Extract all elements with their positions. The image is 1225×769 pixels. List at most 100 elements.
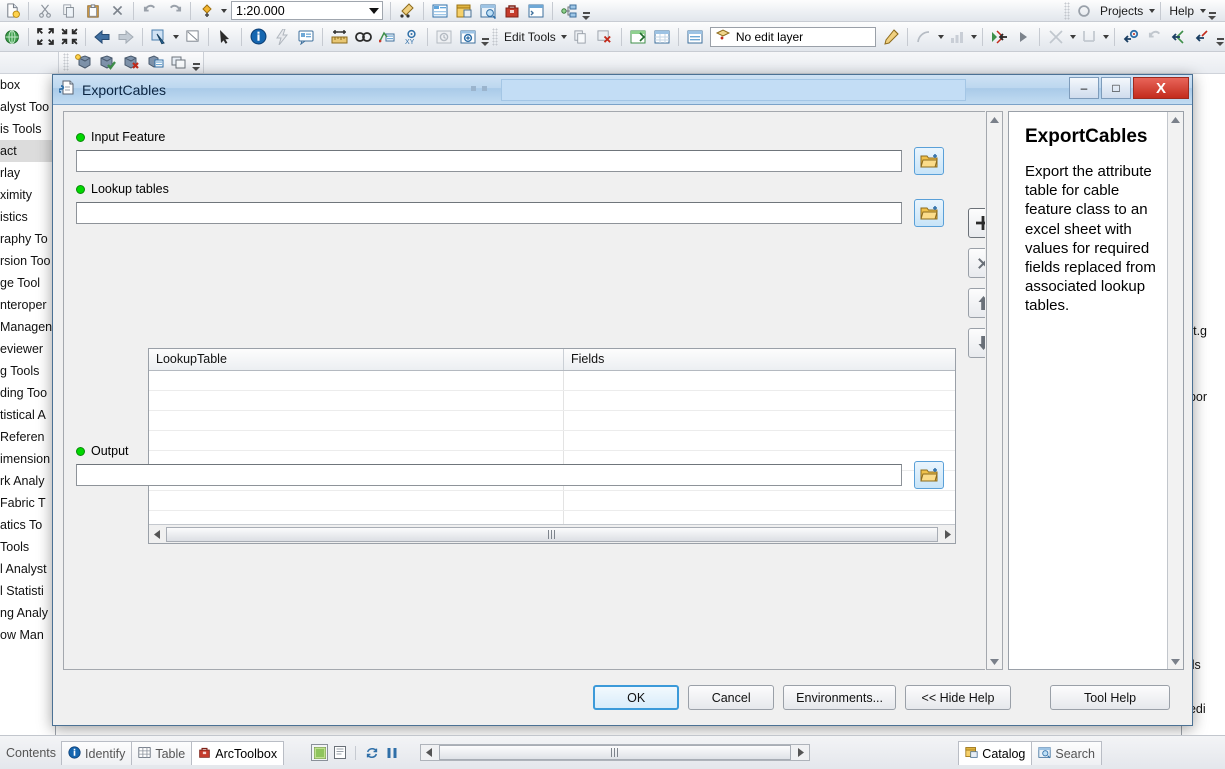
- toolbox-tree-item[interactable]: Managen: [0, 316, 55, 338]
- catalog-window-icon[interactable]: [453, 1, 475, 21]
- grid-scroll-thumb[interactable]: [166, 526, 938, 542]
- toolbox-tree-item[interactable]: is Tools: [0, 118, 55, 140]
- close-button[interactable]: X: [1133, 77, 1189, 99]
- toolbox-tree-item[interactable]: ng Analy: [0, 602, 55, 624]
- arctoolbox-window-icon[interactable]: [501, 1, 523, 21]
- toolbox-tree-item[interactable]: ow Man: [0, 624, 55, 646]
- scroll-down-icon[interactable]: [987, 654, 1002, 669]
- tab-identify[interactable]: Identify: [61, 741, 133, 765]
- add-data-dropdown-icon[interactable]: [219, 1, 228, 21]
- grid-cell-fields[interactable]: [564, 371, 955, 390]
- find-icon[interactable]: [352, 27, 374, 47]
- table-row[interactable]: [149, 491, 955, 511]
- help-menu-label[interactable]: Help: [1165, 4, 1198, 18]
- toolbox-tree-item[interactable]: eviewer: [0, 338, 55, 360]
- play-icon[interactable]: [1012, 27, 1034, 47]
- delete-version-icon[interactable]: [120, 52, 142, 72]
- grid-cell-fields[interactable]: [564, 391, 955, 410]
- forward-extent-icon[interactable]: [115, 27, 137, 47]
- toolbar-grip[interactable]: [63, 53, 69, 71]
- edit-tools-menu-label[interactable]: Edit Tools: [500, 30, 560, 44]
- toolbox-tree-item[interactable]: act: [0, 140, 55, 162]
- toolbox-tree-item[interactable]: Tools: [0, 536, 55, 558]
- toolbar-grip[interactable]: [1063, 1, 1070, 20]
- tab-table[interactable]: Table: [131, 741, 193, 765]
- scroll-up-icon[interactable]: [1168, 112, 1183, 127]
- toolbox-tree-item[interactable]: nteroper: [0, 294, 55, 316]
- find-route-icon[interactable]: [376, 27, 398, 47]
- toolbox-tree-item[interactable]: istics: [0, 206, 55, 228]
- html-popup-icon[interactable]: [295, 27, 317, 47]
- scroll-right-icon[interactable]: [792, 745, 809, 760]
- toolbox-tree-item[interactable]: rlay: [0, 162, 55, 184]
- edit-vertices-icon[interactable]: [946, 27, 968, 47]
- tab-arctoolbox[interactable]: ArcToolbox: [191, 741, 285, 765]
- scroll-right-icon[interactable]: [939, 526, 955, 543]
- grid-cell-lookuptable[interactable]: [149, 371, 564, 390]
- environments-button[interactable]: Environments...: [783, 685, 896, 710]
- snapping-dropdown-icon[interactable]: [1068, 27, 1077, 47]
- pause-drawing-button[interactable]: [383, 744, 400, 761]
- toolbar-overflow-icon[interactable]: [480, 26, 490, 48]
- cut-icon[interactable]: [34, 1, 56, 21]
- map-scale-combo[interactable]: 1:20.000: [231, 1, 383, 20]
- arctoolbox-tree[interactable]: box alyst Too is Tools act rlay ximity istics r…: [0, 74, 55, 646]
- input-feature-input[interactable]: [76, 150, 902, 172]
- toolbox-tree-item[interactable]: l Analyst: [0, 558, 55, 580]
- move-row-up-button[interactable]: [968, 288, 985, 318]
- trace-dropdown-icon[interactable]: [1101, 27, 1110, 47]
- paste-icon[interactable]: [82, 1, 104, 21]
- topology-undo-icon[interactable]: [1144, 27, 1166, 47]
- zoom-out-icon[interactable]: [58, 27, 80, 47]
- table-of-contents-icon[interactable]: [429, 1, 451, 21]
- trace-icon[interactable]: [1078, 27, 1100, 47]
- table-row[interactable]: [149, 391, 955, 411]
- parameters-vertical-scrollbar[interactable]: [986, 111, 1003, 670]
- maximize-button[interactable]: □: [1101, 77, 1131, 99]
- toolbar-overflow-icon[interactable]: [191, 51, 201, 73]
- data-view-button[interactable]: [311, 744, 329, 761]
- create-version-icon[interactable]: [72, 52, 94, 72]
- toolbox-tree-item[interactable]: ximity: [0, 184, 55, 206]
- toolbox-tree-item[interactable]: raphy To: [0, 228, 55, 250]
- snapping-icon[interactable]: [1045, 27, 1067, 47]
- output-input[interactable]: [76, 464, 902, 486]
- delete-icon[interactable]: [106, 1, 128, 21]
- minimize-button[interactable]: –: [1069, 77, 1099, 99]
- add-row-button[interactable]: [968, 208, 985, 238]
- projects-icon[interactable]: [1073, 1, 1095, 21]
- select-dropdown-icon[interactable]: [171, 27, 180, 47]
- identify-icon[interactable]: [247, 27, 269, 47]
- table-row[interactable]: [149, 371, 955, 391]
- grid-header-lookuptable[interactable]: LookupTable: [149, 349, 564, 370]
- grid-cell-lookuptable[interactable]: [149, 391, 564, 410]
- toolbar-overflow-icon[interactable]: [1207, 0, 1217, 22]
- projects-dropdown-icon[interactable]: [1147, 1, 1156, 21]
- edit-tools-dropdown-icon[interactable]: [560, 27, 569, 47]
- copy-features-icon[interactable]: [570, 27, 592, 47]
- lookup-tables-input[interactable]: [76, 202, 902, 224]
- construction-tool-icon[interactable]: [913, 27, 935, 47]
- help-vertical-scrollbar[interactable]: [1167, 112, 1183, 669]
- scroll-down-icon[interactable]: [1168, 654, 1183, 669]
- flash-icon[interactable]: [271, 27, 293, 47]
- tab-contents[interactable]: Contents: [0, 741, 62, 765]
- toolbox-tree-item[interactable]: imension: [0, 448, 55, 470]
- toolbox-tree-item[interactable]: Referen: [0, 426, 55, 448]
- toolbox-tree-item[interactable]: g Tools: [0, 360, 55, 382]
- undo-icon[interactable]: [139, 1, 161, 21]
- toolbox-tree-item[interactable]: Fabric T: [0, 492, 55, 514]
- go-to-xy-icon[interactable]: XY: [400, 27, 422, 47]
- toolbox-tree-item[interactable]: ding Too: [0, 382, 55, 404]
- scroll-up-icon[interactable]: [987, 112, 1002, 127]
- tool-help-button[interactable]: Tool Help: [1050, 685, 1170, 710]
- copy-icon[interactable]: [58, 1, 80, 21]
- grid-horizontal-scrollbar[interactable]: [149, 524, 955, 543]
- toolbox-tree-item[interactable]: tistical A: [0, 404, 55, 426]
- delete-features-icon[interactable]: [594, 27, 616, 47]
- move-row-down-button[interactable]: [968, 328, 985, 358]
- toolbox-tree-item[interactable]: box: [0, 74, 55, 96]
- edit-layer-combo[interactable]: No edit layer: [709, 26, 876, 47]
- scroll-left-icon[interactable]: [149, 526, 165, 543]
- map-horizontal-scrollbar[interactable]: [420, 744, 811, 761]
